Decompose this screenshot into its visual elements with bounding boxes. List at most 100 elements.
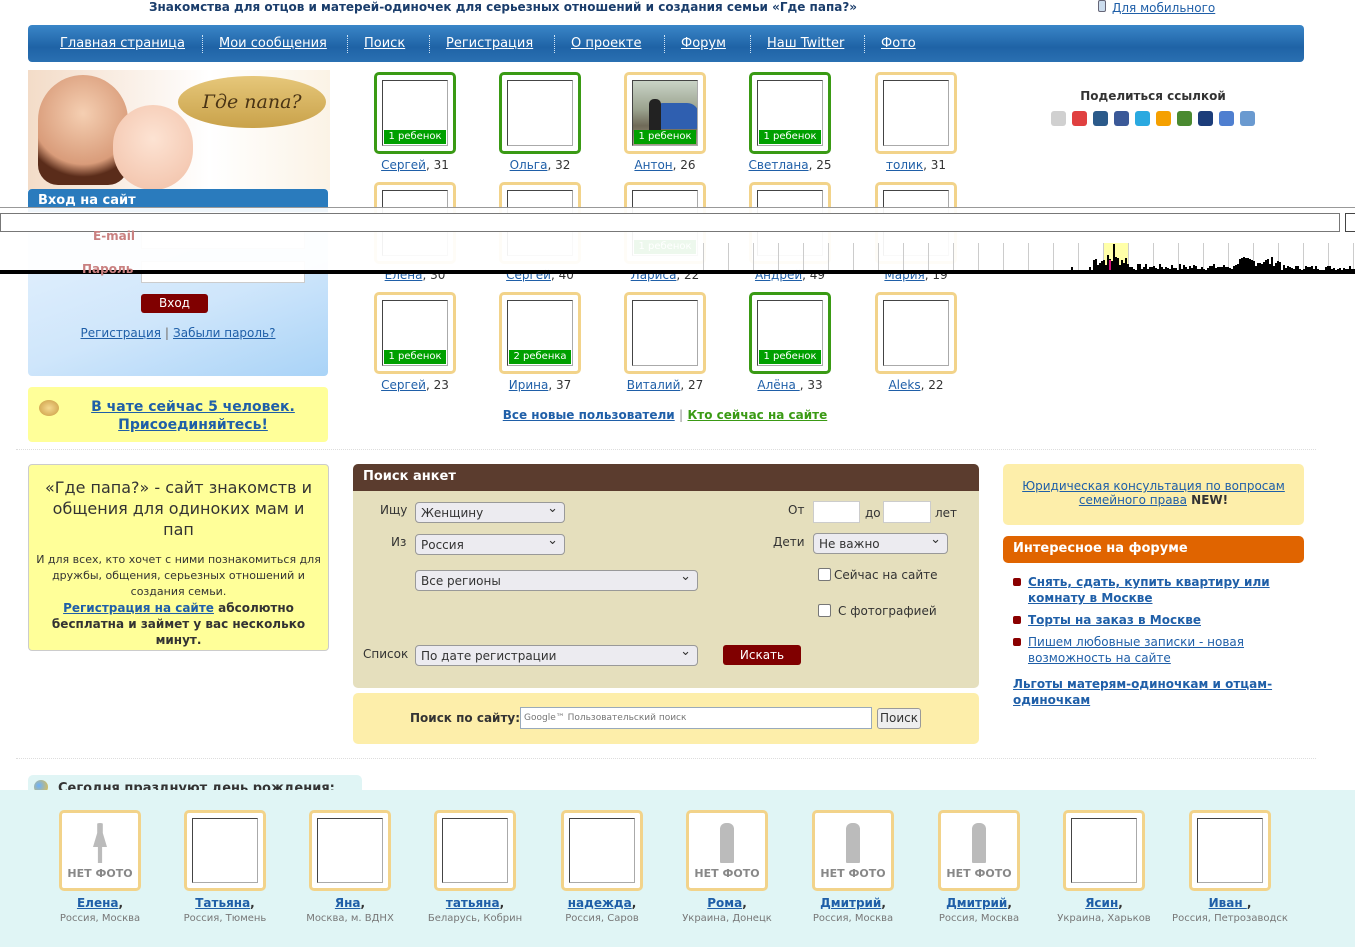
forum-item[interactable]: Снять, сдать, купить квартиру или комнат…: [1028, 575, 1270, 605]
birthday-card[interactable]: НЕТ ФОТО: [686, 810, 768, 891]
forum-item[interactable]: Пишем любовные записки - новая возможнос…: [1028, 635, 1244, 665]
friendfeed-icon[interactable]: [1219, 111, 1234, 126]
profile-link[interactable]: Антон: [634, 158, 672, 172]
country-select[interactable]: Россия: [415, 533, 565, 555]
profile-link[interactable]: Ольга: [510, 158, 548, 172]
profile-link[interactable]: толик: [886, 158, 923, 172]
birthday-card[interactable]: НЕТ ФОТО: [938, 810, 1020, 891]
birthday-profile-link[interactable]: Ясин: [1085, 896, 1118, 910]
overlay-button[interactable]: [1345, 213, 1355, 232]
profile-card[interactable]: [499, 72, 581, 154]
online-users-link[interactable]: Кто сейчас на сайте: [687, 408, 827, 422]
livejournal-icon[interactable]: [1198, 111, 1213, 126]
forum-benefits-link[interactable]: Льготы матерям-одиночкам и отцам-одиночк…: [1013, 677, 1272, 707]
mail-ru-icon[interactable]: [1051, 111, 1066, 126]
odnoklassniki-icon[interactable]: [1156, 111, 1171, 126]
profile-link[interactable]: Виталий: [627, 378, 681, 392]
seek-gender-select[interactable]: Женщину: [415, 501, 565, 523]
mobile-link-text[interactable]: Для мобильного: [1112, 1, 1215, 15]
login-button[interactable]: Вход: [141, 294, 208, 313]
site-logo[interactable]: Где папа?: [28, 70, 330, 190]
google-buzz-icon[interactable]: [1240, 111, 1255, 126]
profile-link[interactable]: Алёна: [757, 378, 799, 392]
nav-item[interactable]: Поиск: [364, 36, 405, 51]
profile-card[interactable]: 1 ребенок: [374, 72, 456, 154]
birthday-card[interactable]: НЕТ ФОТО: [59, 810, 141, 891]
twitter-icon[interactable]: [1135, 111, 1150, 126]
age-to-input[interactable]: [883, 501, 931, 523]
all-new-users-link[interactable]: Все новые пользователи: [503, 408, 675, 422]
profile-link[interactable]: Сергей: [381, 378, 426, 392]
forgot-password-link[interactable]: Забыли пароль?: [173, 326, 275, 340]
birthday-profile-link[interactable]: Дмитрий: [946, 896, 1007, 910]
birthday-card[interactable]: [561, 810, 643, 891]
profile-photo[interactable]: [883, 300, 949, 366]
birthday-profile-link[interactable]: надежда: [568, 896, 632, 910]
birthday-card[interactable]: [1189, 810, 1271, 891]
mobile-version-link[interactable]: Для мобильного: [1098, 0, 1215, 15]
nav-item[interactable]: Главная страница: [60, 36, 185, 51]
nav-item[interactable]: Наш Twitter: [767, 36, 844, 51]
vkontakte-icon[interactable]: [1093, 111, 1108, 126]
nav-item[interactable]: Фото: [881, 36, 916, 51]
sort-select[interactable]: По дате регистрации: [415, 644, 698, 666]
profile-card[interactable]: 1 ребенок: [749, 292, 831, 374]
mother-image: [38, 75, 128, 185]
profile-photo[interactable]: [192, 818, 258, 883]
profile-photo[interactable]: [442, 818, 508, 883]
nav-item[interactable]: Мои сообщения: [219, 36, 327, 51]
forum-item[interactable]: Торты на заказ в Москве: [1028, 613, 1201, 627]
birthday-profile-link[interactable]: татьяна: [446, 896, 500, 910]
birthday-card[interactable]: [434, 810, 516, 891]
profile-link[interactable]: Aleks: [888, 378, 920, 392]
timeline-cursor[interactable]: [1113, 244, 1115, 270]
site-search-input[interactable]: [520, 707, 872, 729]
profile-photo[interactable]: [569, 818, 635, 883]
profile-link[interactable]: Светлана: [749, 158, 809, 172]
profile-photo[interactable]: [507, 80, 573, 146]
profile-card[interactable]: 1 ребенок: [624, 72, 706, 154]
online-checkbox[interactable]: [818, 568, 831, 581]
profile-photo[interactable]: [317, 818, 383, 883]
birthday-profile-link[interactable]: Дмитрий: [820, 896, 881, 910]
profile-photo[interactable]: [632, 300, 698, 366]
profile-link[interactable]: Сергей: [381, 158, 426, 172]
overlay-text-input[interactable]: [0, 213, 1340, 232]
profile-photo[interactable]: [883, 80, 949, 146]
kids-select[interactable]: Не важно: [813, 532, 948, 554]
birthday-profile-link[interactable]: Татьяна: [195, 896, 250, 910]
birthday-profile-link[interactable]: Рома: [707, 896, 742, 910]
car-image: [655, 103, 697, 129]
moi-krug-icon[interactable]: [1177, 111, 1192, 126]
legal-link[interactable]: Юридическая консультация по вопросам сем…: [1022, 479, 1285, 507]
photo-checkbox[interactable]: [818, 604, 831, 617]
profile-photo[interactable]: [1197, 818, 1263, 883]
search-submit-button[interactable]: Искать: [723, 645, 801, 665]
birthday-card[interactable]: [184, 810, 266, 891]
birthday-profile-link[interactable]: Елена: [77, 896, 119, 910]
birthday-card[interactable]: НЕТ ФОТО: [812, 810, 894, 891]
facebook-icon[interactable]: [1114, 111, 1129, 126]
birthday-card[interactable]: [1063, 810, 1145, 891]
region-select[interactable]: Все регионы: [415, 569, 698, 591]
profile-photo[interactable]: [1071, 818, 1137, 883]
chat-link[interactable]: В чате сейчас 5 человек. Присоединяйтесь…: [73, 398, 313, 434]
ya-ru-icon[interactable]: [1072, 111, 1087, 126]
age-from-input[interactable]: [813, 501, 860, 523]
profile-card[interactable]: 1 ребенок: [749, 72, 831, 154]
nav-item[interactable]: О проекте: [571, 36, 642, 51]
profile-card[interactable]: 1 ребенок: [374, 292, 456, 374]
profile-card[interactable]: [875, 292, 957, 374]
site-search-button[interactable]: Поиск: [877, 708, 921, 729]
profile-card[interactable]: [624, 292, 706, 374]
birthday-profile-link[interactable]: Яна: [335, 896, 361, 910]
birthday-profile-link[interactable]: Иван: [1209, 896, 1247, 910]
about-register-link[interactable]: Регистрация на сайте: [63, 601, 214, 615]
register-link[interactable]: Регистрация: [81, 326, 161, 340]
profile-link[interactable]: Ирина: [509, 378, 549, 392]
profile-card[interactable]: 2 ребенка: [499, 292, 581, 374]
nav-item[interactable]: Регистрация: [446, 36, 533, 51]
birthday-card[interactable]: [309, 810, 391, 891]
nav-item[interactable]: Форум: [681, 36, 726, 51]
profile-card[interactable]: [875, 72, 957, 154]
